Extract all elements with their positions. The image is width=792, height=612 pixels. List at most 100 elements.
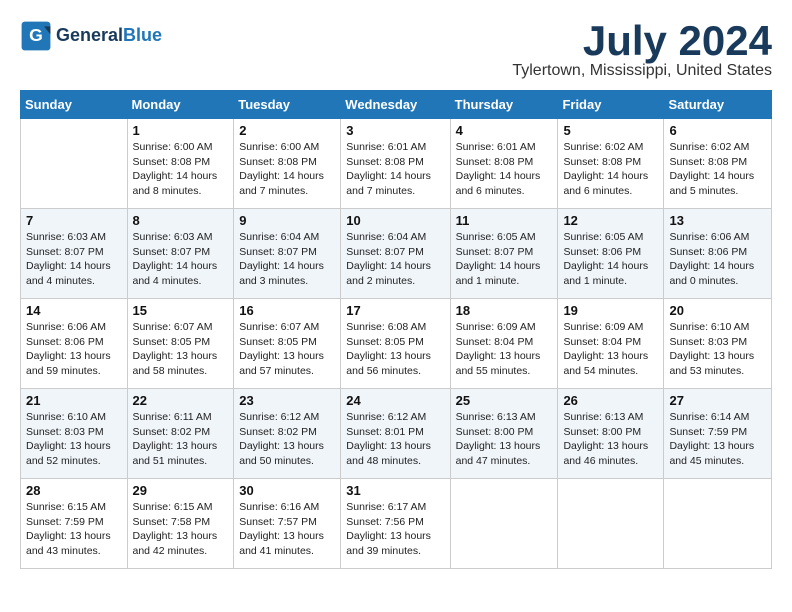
calendar-cell: 4 Sunrise: 6:01 AMSunset: 8:08 PMDaylight… — [450, 119, 558, 209]
day-number: 7 — [26, 213, 122, 228]
day-info: Sunrise: 6:13 AMSunset: 8:00 PMDaylight:… — [456, 410, 553, 469]
day-number: 1 — [133, 123, 229, 138]
day-info: Sunrise: 6:13 AMSunset: 8:00 PMDaylight:… — [563, 410, 658, 469]
day-info: Sunrise: 6:07 AMSunset: 8:05 PMDaylight:… — [133, 320, 229, 379]
day-number: 31 — [346, 483, 444, 498]
calendar-cell — [21, 119, 128, 209]
calendar-cell: 21 Sunrise: 6:10 AMSunset: 8:03 PMDayligh… — [21, 389, 128, 479]
day-info: Sunrise: 6:14 AMSunset: 7:59 PMDaylight:… — [669, 410, 766, 469]
calendar-cell — [450, 479, 558, 569]
svg-text:G: G — [29, 25, 43, 45]
day-number: 4 — [456, 123, 553, 138]
day-info: Sunrise: 6:03 AMSunset: 8:07 PMDaylight:… — [26, 230, 122, 289]
day-info: Sunrise: 6:11 AMSunset: 8:02 PMDaylight:… — [133, 410, 229, 469]
calendar-cell: 20 Sunrise: 6:10 AMSunset: 8:03 PMDayligh… — [664, 299, 772, 389]
day-info: Sunrise: 6:02 AMSunset: 8:08 PMDaylight:… — [563, 140, 658, 199]
day-info: Sunrise: 6:10 AMSunset: 8:03 PMDaylight:… — [669, 320, 766, 379]
day-number: 14 — [26, 303, 122, 318]
col-header-sunday: Sunday — [21, 91, 128, 119]
day-info: Sunrise: 6:06 AMSunset: 8:06 PMDaylight:… — [669, 230, 766, 289]
day-info: Sunrise: 6:09 AMSunset: 8:04 PMDaylight:… — [563, 320, 658, 379]
day-number: 13 — [669, 213, 766, 228]
calendar-cell: 26 Sunrise: 6:13 AMSunset: 8:00 PMDayligh… — [558, 389, 664, 479]
calendar-cell: 6 Sunrise: 6:02 AMSunset: 8:08 PMDaylight… — [664, 119, 772, 209]
day-number: 11 — [456, 213, 553, 228]
day-number: 23 — [239, 393, 335, 408]
day-number: 22 — [133, 393, 229, 408]
day-number: 3 — [346, 123, 444, 138]
day-number: 9 — [239, 213, 335, 228]
calendar-week-5: 28 Sunrise: 6:15 AMSunset: 7:59 PMDayligh… — [21, 479, 772, 569]
day-number: 10 — [346, 213, 444, 228]
day-number: 2 — [239, 123, 335, 138]
day-info: Sunrise: 6:08 AMSunset: 8:05 PMDaylight:… — [346, 320, 444, 379]
calendar-cell: 24Sunrise: 6:12 AMSunset: 8:01 PMDayligh… — [341, 389, 450, 479]
day-info: Sunrise: 6:01 AMSunset: 8:08 PMDaylight:… — [346, 140, 444, 199]
col-header-tuesday: Tuesday — [234, 91, 341, 119]
day-number: 30 — [239, 483, 335, 498]
calendar-cell — [558, 479, 664, 569]
day-number: 17 — [346, 303, 444, 318]
day-number: 28 — [26, 483, 122, 498]
title-area: July 2024 Tylertown, Mississippi, United… — [512, 20, 772, 80]
calendar-cell: 27Sunrise: 6:14 AMSunset: 7:59 PMDayligh… — [664, 389, 772, 479]
day-number: 21 — [26, 393, 122, 408]
day-info: Sunrise: 6:03 AMSunset: 8:07 PMDaylight:… — [133, 230, 229, 289]
calendar-cell: 1Sunrise: 6:00 AMSunset: 8:08 PMDaylight… — [127, 119, 234, 209]
calendar-cell: 22 Sunrise: 6:11 AMSunset: 8:02 PMDayligh… — [127, 389, 234, 479]
day-number: 5 — [563, 123, 658, 138]
calendar-cell: 25 Sunrise: 6:13 AMSunset: 8:00 PMDayligh… — [450, 389, 558, 479]
calendar-cell: 30Sunrise: 6:16 AMSunset: 7:57 PMDayligh… — [234, 479, 341, 569]
calendar-cell: 15 Sunrise: 6:07 AMSunset: 8:05 PMDayligh… — [127, 299, 234, 389]
logo-general: General — [56, 25, 123, 45]
col-header-saturday: Saturday — [664, 91, 772, 119]
calendar-cell: 10 Sunrise: 6:04 AMSunset: 8:07 PMDayligh… — [341, 209, 450, 299]
day-number: 29 — [133, 483, 229, 498]
day-info: Sunrise: 6:15 AMSunset: 7:59 PMDaylight:… — [26, 500, 122, 559]
calendar-cell: 23 Sunrise: 6:12 AMSunset: 8:02 PMDayligh… — [234, 389, 341, 479]
calendar-cell: 14 Sunrise: 6:06 AMSunset: 8:06 PMDayligh… — [21, 299, 128, 389]
calendar-week-2: 7 Sunrise: 6:03 AMSunset: 8:07 PMDaylight… — [21, 209, 772, 299]
day-info: Sunrise: 6:00 AMSunset: 8:08 PMDaylight:… — [239, 140, 335, 199]
logo-icon: G — [20, 20, 52, 52]
logo: G GeneralBlue — [20, 20, 162, 52]
col-header-monday: Monday — [127, 91, 234, 119]
calendar-cell: 5 Sunrise: 6:02 AMSunset: 8:08 PMDaylight… — [558, 119, 664, 209]
col-header-wednesday: Wednesday — [341, 91, 450, 119]
calendar-cell: 28 Sunrise: 6:15 AMSunset: 7:59 PMDayligh… — [21, 479, 128, 569]
calendar-cell: 8Sunrise: 6:03 AMSunset: 8:07 PMDaylight… — [127, 209, 234, 299]
day-number: 20 — [669, 303, 766, 318]
day-number: 26 — [563, 393, 658, 408]
day-info: Sunrise: 6:04 AMSunset: 8:07 PMDaylight:… — [346, 230, 444, 289]
calendar-cell: 12Sunrise: 6:05 AMSunset: 8:06 PMDayligh… — [558, 209, 664, 299]
logo-text: GeneralBlue — [56, 26, 162, 46]
day-number: 16 — [239, 303, 335, 318]
day-info: Sunrise: 6:02 AMSunset: 8:08 PMDaylight:… — [669, 140, 766, 199]
calendar-cell: 29Sunrise: 6:15 AMSunset: 7:58 PMDayligh… — [127, 479, 234, 569]
logo-blue: Blue — [123, 25, 162, 45]
day-number: 6 — [669, 123, 766, 138]
day-number: 18 — [456, 303, 553, 318]
day-info: Sunrise: 6:01 AMSunset: 8:08 PMDaylight:… — [456, 140, 553, 199]
calendar-cell: 2 Sunrise: 6:00 AMSunset: 8:08 PMDaylight… — [234, 119, 341, 209]
day-info: Sunrise: 6:17 AMSunset: 7:56 PMDaylight:… — [346, 500, 444, 559]
day-info: Sunrise: 6:05 AMSunset: 8:07 PMDaylight:… — [456, 230, 553, 289]
day-number: 25 — [456, 393, 553, 408]
calendar-cell — [664, 479, 772, 569]
day-info: Sunrise: 6:12 AMSunset: 8:02 PMDaylight:… — [239, 410, 335, 469]
calendar-cell: 19 Sunrise: 6:09 AMSunset: 8:04 PMDayligh… — [558, 299, 664, 389]
calendar-cell: 13 Sunrise: 6:06 AMSunset: 8:06 PMDayligh… — [664, 209, 772, 299]
col-header-friday: Friday — [558, 91, 664, 119]
day-info: Sunrise: 6:06 AMSunset: 8:06 PMDaylight:… — [26, 320, 122, 379]
calendar-cell: 16 Sunrise: 6:07 AMSunset: 8:05 PMDayligh… — [234, 299, 341, 389]
day-info: Sunrise: 6:04 AMSunset: 8:07 PMDaylight:… — [239, 230, 335, 289]
calendar-cell: 9 Sunrise: 6:04 AMSunset: 8:07 PMDaylight… — [234, 209, 341, 299]
day-info: Sunrise: 6:05 AMSunset: 8:06 PMDaylight:… — [563, 230, 658, 289]
calendar-cell: 31 Sunrise: 6:17 AMSunset: 7:56 PMDayligh… — [341, 479, 450, 569]
month-title: July 2024 — [512, 20, 772, 62]
day-number: 19 — [563, 303, 658, 318]
day-info: Sunrise: 6:10 AMSunset: 8:03 PMDaylight:… — [26, 410, 122, 469]
day-number: 15 — [133, 303, 229, 318]
day-info: Sunrise: 6:07 AMSunset: 8:05 PMDaylight:… — [239, 320, 335, 379]
page-header: G GeneralBlue July 2024 Tylertown, Missi… — [20, 20, 772, 80]
